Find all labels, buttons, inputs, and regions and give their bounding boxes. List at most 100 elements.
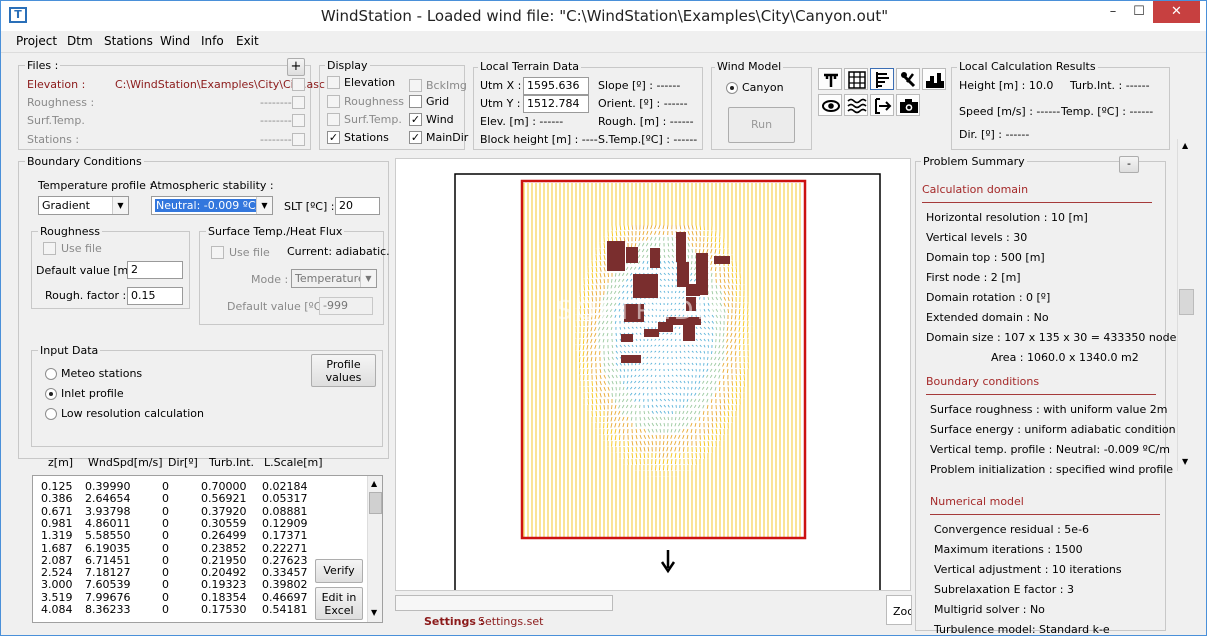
block-height-readout: Block height [m] : ---- [480, 133, 598, 146]
scroll-down-icon[interactable]: ▼ [371, 608, 377, 617]
wind-vector [686, 440, 689, 446]
wind-field-canvas[interactable]: SOFTPEDIA [396, 159, 911, 591]
table-row[interactable]: 3.000 7.60539 0 0.19323 0.39802 [33, 578, 363, 591]
scroll-up-icon[interactable]: ▲ [1182, 141, 1188, 150]
table-row[interactable]: 1.319 5.58550 0 0.26499 0.17371 [33, 529, 363, 542]
wind-profile-icon[interactable] [870, 68, 894, 90]
buildings-icon[interactable] [922, 68, 946, 90]
table-cell: 7.99676 [85, 590, 131, 604]
file-checkbox-roughness[interactable] [292, 96, 305, 109]
camera-icon[interactable] [896, 94, 920, 116]
wind-vector [719, 398, 721, 404]
menu-project[interactable]: Project [16, 34, 57, 48]
menu-stations[interactable]: Stations [104, 34, 153, 48]
add-file-button[interactable]: + [287, 58, 305, 76]
menu-info[interactable]: Info [201, 34, 224, 48]
export-icon[interactable] [870, 94, 894, 116]
menu-dtm[interactable]: Dtm [67, 34, 93, 48]
wind-vector [731, 410, 733, 417]
default-value-field[interactable]: 2 [127, 261, 183, 279]
default-value-label: Default value [m] : [36, 264, 140, 277]
main-scroll-thumb[interactable] [1179, 289, 1194, 315]
canyon-radio[interactable] [726, 82, 738, 94]
table-cell: 6.19035 [85, 541, 131, 555]
table-row[interactable]: 3.519 7.99676 0 0.18354 0.46697 [33, 591, 363, 604]
antenna-icon[interactable] [818, 68, 842, 90]
table-cell: 8.36233 [85, 603, 131, 616]
edit-in-excel-button[interactable]: Edit in Excel [315, 587, 363, 620]
waves-icon[interactable] [844, 94, 868, 116]
surface-usefile-checkbox[interactable] [211, 246, 224, 259]
display-bckimg-checkbox[interactable] [409, 79, 422, 92]
zoom-tab[interactable]: Zoc [886, 595, 912, 625]
file-checkbox-stations[interactable] [292, 133, 305, 146]
wind-vector [634, 362, 637, 366]
run-button[interactable]: Run [728, 107, 795, 143]
summary-divider [926, 394, 1156, 395]
summary-collapse-button[interactable]: - [1119, 156, 1139, 173]
mode-select[interactable]: Temperature ▼ [291, 269, 377, 288]
display-wind-checkbox[interactable]: ✓ [409, 113, 422, 126]
utmx-field[interactable]: 1595.636 [523, 77, 589, 95]
close-button[interactable]: ✕ [1153, 1, 1200, 23]
stability-select[interactable]: Neutral: -0.009 ºC/m ▼ [151, 196, 273, 215]
slt-field[interactable]: 20 [335, 197, 380, 215]
surface-default-field[interactable]: -999 [319, 297, 373, 315]
display-stations-checkbox[interactable]: ✓ [327, 131, 340, 144]
inlet-profile-radio[interactable] [45, 388, 57, 400]
wind-vector [655, 452, 657, 458]
minimize-button[interactable]: – [1099, 1, 1127, 23]
table-row[interactable]: 0.125 0.39990 0 0.70000 0.02184 [33, 480, 363, 493]
file-checkbox-surftemp[interactable] [292, 114, 305, 127]
file-checkbox-elevation[interactable] [292, 78, 305, 91]
wind-vector [707, 356, 709, 360]
wind-vector [599, 362, 601, 367]
wind-map-view[interactable]: SOFTPEDIA [395, 158, 911, 591]
eye-icon[interactable] [818, 94, 842, 116]
display-elevation-checkbox[interactable] [327, 76, 340, 89]
profile-values-button[interactable]: Profile values [311, 354, 376, 387]
menu-exit[interactable]: Exit [236, 34, 259, 48]
wind-vector [619, 326, 621, 330]
wind-vector [647, 326, 650, 330]
table-scrollbar[interactable]: ▲ ▼ [367, 476, 382, 622]
wind-vector [578, 350, 581, 357]
utmy-field[interactable]: 1512.784 [523, 95, 589, 113]
table-row[interactable]: 2.087 6.71451 0 0.21950 0.27623 [33, 554, 363, 567]
table-scroll-thumb[interactable] [369, 492, 382, 514]
display-grid-checkbox[interactable] [409, 95, 422, 108]
menu-wind[interactable]: Wind [160, 34, 190, 48]
wind-vector [667, 416, 670, 421]
wind-vector [611, 392, 613, 397]
maximize-button[interactable]: ☐ [1125, 1, 1153, 23]
rough-factor-field[interactable]: 0.15 [127, 287, 183, 305]
table-row[interactable]: 2.524 7.18127 0 0.20492 0.33457 [33, 566, 363, 579]
roughness-usefile-checkbox[interactable] [43, 242, 56, 255]
grid-icon[interactable] [844, 68, 868, 90]
wind-vector [634, 236, 637, 242]
main-scrollbar[interactable]: ▲ ▼ [1177, 139, 1194, 471]
tools-icon[interactable] [896, 68, 920, 90]
table-row[interactable]: 1.687 6.19035 0 0.23852 0.22271 [33, 542, 363, 555]
summary-item: Multigrid solver : No [934, 603, 1045, 616]
display-surftemp-checkbox[interactable] [327, 113, 340, 126]
verify-button[interactable]: Verify [315, 559, 363, 583]
table-cell: 2.64654 [85, 492, 131, 506]
summary-item: Vertical levels : 30 [926, 231, 1028, 244]
scroll-up-icon[interactable]: ▲ [371, 479, 377, 488]
table-row[interactable]: 0.386 2.64654 0 0.56921 0.05317 [33, 492, 363, 505]
table-row[interactable]: 4.084 8.36233 0 0.17530 0.54181 [33, 603, 363, 616]
wind-vector [690, 386, 693, 390]
display-roughness-checkbox[interactable] [327, 95, 340, 108]
scroll-down-icon[interactable]: ▼ [1182, 457, 1188, 466]
display-maindir-checkbox[interactable]: ✓ [409, 131, 422, 144]
meteo-stations-radio[interactable] [45, 368, 57, 380]
wind-vector [731, 314, 733, 320]
wind-vector [675, 458, 677, 465]
low-resolution-radio[interactable] [45, 408, 57, 420]
col-header-dir: Dir[º] [168, 456, 198, 469]
table-row[interactable]: 0.981 4.86011 0 0.30559 0.12909 [33, 517, 363, 530]
wind-vector [731, 260, 733, 267]
temp-profile-select[interactable]: Gradient ▼ [38, 196, 129, 215]
table-row[interactable]: 0.671 3.93798 0 0.37920 0.08881 [33, 505, 363, 518]
